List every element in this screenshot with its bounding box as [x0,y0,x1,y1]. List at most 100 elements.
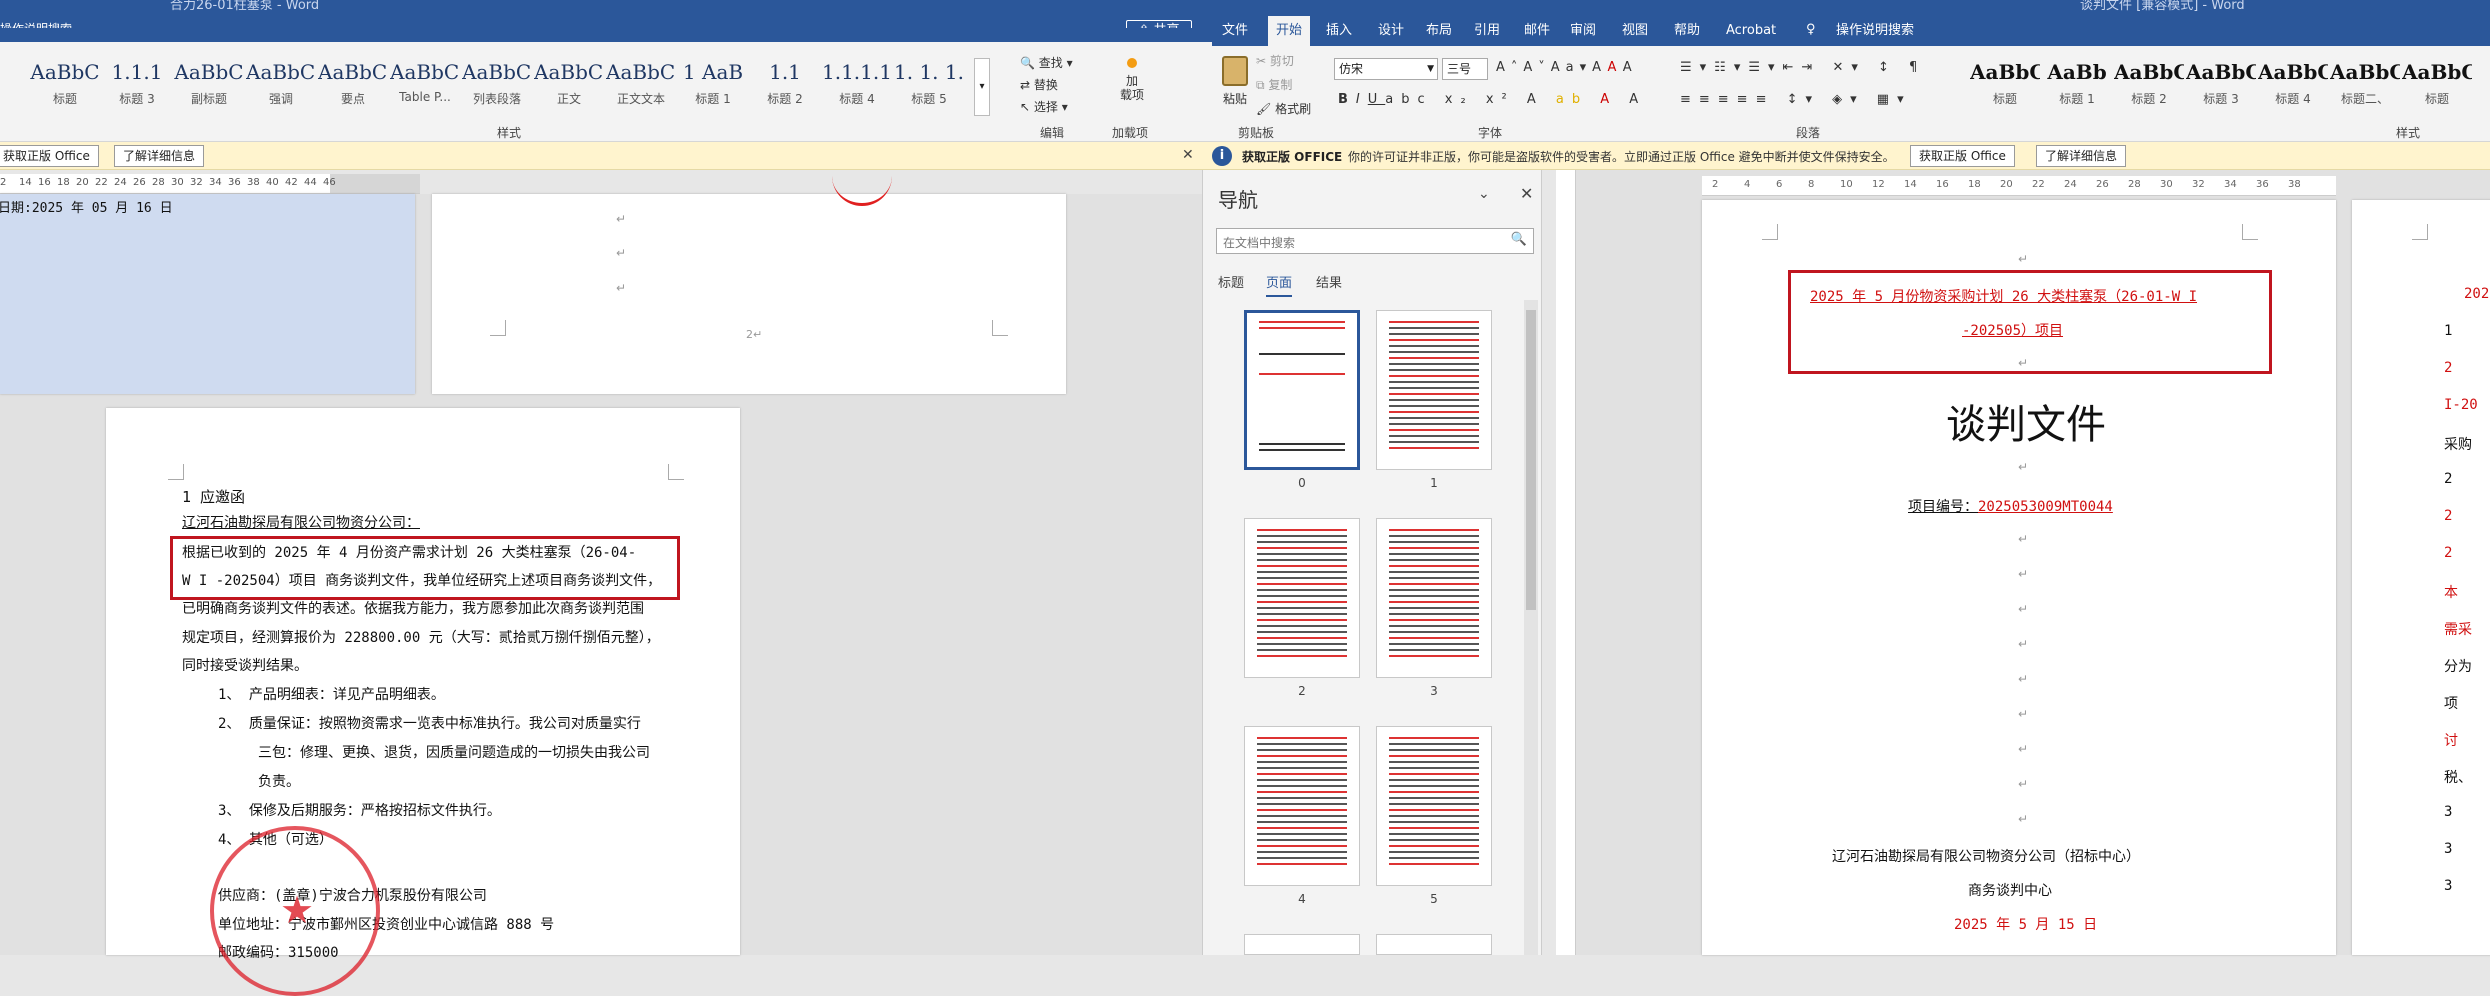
style-item[interactable]: AaBbC 标题 3 [2186,60,2256,116]
tab-11[interactable]: 操作说明搜索 [1836,16,1914,46]
thumb-line [1257,625,1347,627]
style-item[interactable]: AaBbC 标题 4 [2258,60,2328,116]
select-label: 选择 [1033,100,1058,114]
page-thumbnail[interactable] [1244,310,1360,470]
ruler-tick: 28 [2128,179,2141,190]
tab-6[interactable]: 邮件 [1524,16,1550,46]
style-item[interactable]: AaBbCcDc Table P... [390,60,460,116]
nav-scroll-thumb[interactable] [1526,310,1536,610]
edge-text: 1 [2444,323,2453,339]
left-get-office-button[interactable]: 获取正版 Office [0,145,99,167]
page-thumbnail[interactable] [1376,934,1492,955]
style-sample: AaBbC [174,60,244,84]
thumb-line [1257,529,1347,531]
thumb-line [1389,821,1479,823]
tab-9[interactable]: 帮助 [1674,16,1700,46]
page-thumbnail[interactable] [1376,310,1492,470]
style-item[interactable]: 1.1.1.1 标题 4 [822,60,892,116]
para-mark: ↵ [2018,812,2029,826]
font-group-label: 字体 [1478,126,1503,140]
font-size-select[interactable]: 三号 [1442,58,1488,80]
right-ruler: 2 4 6 8 10 12 14 16 18 20 22 24 26 28 30 32 34 36 38 [1702,176,2336,196]
copy-button[interactable]: ⧉ 复制 [1256,76,1292,93]
ruler-tick: 42 [285,177,298,188]
style-item[interactable]: 1.1.1 标题 3 [102,60,172,116]
style-sample: AaBbC [1970,60,2040,84]
style-item[interactable]: AaBbCcDc 正文 [534,60,604,116]
replace-icon: ⇄ [1020,78,1031,92]
ruler-tick: 46 [323,177,336,188]
page-thumbnail[interactable] [1244,934,1360,955]
style-item[interactable]: AaBbCcDc 正文文本 [606,60,676,116]
style-item[interactable]: 1. 1. 1. 标题 5 [894,60,964,116]
font-name-select[interactable]: 仿宋 ▼ [1334,58,1438,80]
tab-0[interactable]: 文件 [1222,16,1248,46]
page-thumbnail[interactable] [1244,726,1360,886]
addin-group-label: 加载项 [1112,126,1149,140]
right-details-button[interactable]: 了解详细信息 [2036,145,2127,167]
nav-tab-pages[interactable]: 页面 [1266,272,1293,297]
thumb-line [1257,535,1347,537]
style-item[interactable]: 1 AaB 标题 1 [678,60,748,116]
find-label: 查找 [1038,56,1063,70]
cut-button[interactable]: ✂ 剪切 [1256,52,1294,69]
style-item[interactable]: AaBbC 标题 [1970,60,2040,116]
para-tools-row1[interactable]: ☰▾☷▾☰▾⇤⇥ ✕▾ ↕ ¶ [1680,60,1925,75]
para-tools-row2[interactable]: ≡≡≡≡≡ ↕▾ ◈▾ ▦▾ [1680,92,1912,107]
left-styles-scroll[interactable]: ▾ [974,58,990,116]
cover-title-line-1: 2025 年 5 月份物资采购计划 26 大类柱塞泵（26-01-W I [1810,289,2198,305]
style-item[interactable]: AaBbCcD 标题二、 [2330,60,2400,116]
page-thumbnail[interactable] [1244,518,1360,678]
cursor-icon: ↖ [1020,100,1031,114]
tab-1[interactable]: 开始 [1268,16,1311,46]
para-mark: ↵ [2018,637,2029,651]
para-mark: ↵ [2018,672,2029,686]
page-thumbnail[interactable] [1376,518,1492,678]
style-sample: AaBbCcDc [246,60,316,84]
style-item[interactable]: AaBbCcDc 强调 [246,60,316,116]
page-thumbnail[interactable] [1376,726,1492,886]
right-get-office-button[interactable]: 获取正版 Office [1910,145,2015,167]
style-item[interactable]: AaBb 标题 1 [2042,60,2112,116]
style-item[interactable]: AaBbCcDc 列表段落 [462,60,532,116]
font-tools-row1[interactable]: A˄A˅Aa▾AAA [1496,60,1638,75]
tab-7[interactable]: 审阅 [1570,16,1596,46]
style-item[interactable]: AaBbC 标题 2 [2114,60,2184,116]
select-button[interactable]: ↖ 选择 ▾ [1020,98,1068,115]
thumb-line [1389,589,1479,591]
replace-button[interactable]: ⇄ 替换 [1020,76,1058,93]
tab-5[interactable]: 引用 [1474,16,1500,46]
style-item[interactable]: AaBbCcDc 要点 [318,60,388,116]
nav-tab-headings[interactable]: 标题 [1218,272,1244,291]
find-button[interactable]: 🔍 查找 ▾ [1020,54,1073,71]
style-sample: AaBbCcD [2330,60,2400,84]
tab-10[interactable]: Acrobat [1726,16,1776,46]
tab-8[interactable]: 视图 [1622,16,1648,46]
nav-tab-results[interactable]: 结果 [1316,272,1342,291]
addin-button[interactable]: 加载项 [1112,58,1152,102]
tab-2[interactable]: 插入 [1326,16,1352,46]
style-item[interactable]: 1.1 标题 2 [750,60,820,116]
ruler-tick: 24 [2064,179,2077,190]
nav-options-icon[interactable]: ⌄ [1478,186,1490,202]
thumb-line [1257,541,1347,543]
project-number: 项目编号：2025053009MT0044 [1908,496,2113,516]
project-number-value: 2025053009MT0044 [1978,499,2113,515]
nav-search-input[interactable]: 在文档中搜索 🔍 [1216,228,1534,254]
font-tools-row2[interactable]: BIUabc x₂ x² A ab A A [1338,92,1646,107]
nav-close-icon[interactable]: ✕ [1520,184,1533,203]
close-message-icon[interactable]: ✕ [1182,147,1194,163]
edge-text: 本 [2444,585,2458,601]
paste-button[interactable]: 粘贴 [1214,56,1256,107]
tab-3[interactable]: 设计 [1378,16,1404,46]
thumb-line [1389,393,1479,395]
letter-heading: 1 应邀函 [182,488,246,506]
format-painter-button[interactable]: 🖌 格式刷 [1256,100,1311,117]
style-item[interactable]: AaBbC 标题 [30,60,100,116]
thumb-line [1389,547,1479,549]
style-item[interactable]: AaBbC 标题 [2402,60,2472,116]
style-name: 标题 [2424,92,2449,106]
style-item[interactable]: AaBbC 副标题 [174,60,244,116]
tab-4[interactable]: 布局 [1426,16,1452,46]
left-details-button[interactable]: 了解详细信息 [114,145,205,167]
